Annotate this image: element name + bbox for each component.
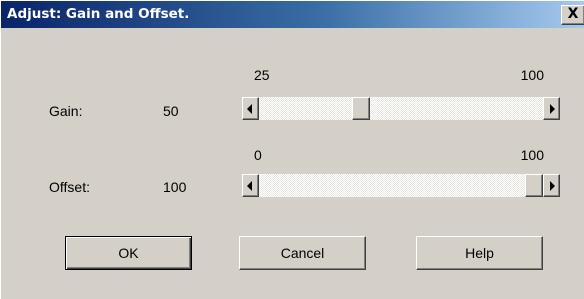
arrow-right-icon [550, 104, 555, 114]
offset-scrollbar[interactable] [242, 174, 560, 197]
gain-scroll-right-button[interactable] [543, 97, 560, 120]
gain-range-min: 25 [254, 67, 270, 83]
arrow-left-icon [247, 181, 252, 191]
offset-value: 100 [163, 179, 187, 195]
gain-scroll-left-button[interactable] [242, 97, 259, 120]
window-title: Adjust: Gain and Offset. [7, 6, 190, 22]
ok-button[interactable]: OK [65, 236, 192, 270]
offset-scroll-thumb[interactable] [525, 174, 543, 197]
cancel-button[interactable]: Cancel [239, 236, 366, 270]
close-icon: X [567, 6, 579, 22]
gain-range-max: 100 [520, 67, 544, 83]
offset-scroll-right-button[interactable] [543, 174, 560, 197]
offset-range-min: 0 [254, 147, 262, 163]
help-button[interactable]: Help [416, 236, 543, 270]
gain-value: 50 [163, 103, 179, 119]
offset-range-max: 100 [520, 147, 544, 163]
arrow-left-icon [247, 104, 252, 114]
dialog-window: Adjust: Gain and Offset. X 25 100 Gain: … [0, 0, 584, 299]
offset-label: Offset: [49, 179, 90, 195]
gain-scroll-thumb[interactable] [352, 97, 370, 120]
title-bar[interactable]: Adjust: Gain and Offset. X [1, 1, 584, 28]
close-button[interactable]: X [561, 5, 584, 25]
arrow-right-icon [550, 181, 555, 191]
offset-scroll-left-button[interactable] [242, 174, 259, 197]
gain-label: Gain: [49, 103, 83, 119]
gain-scrollbar[interactable] [242, 97, 560, 120]
